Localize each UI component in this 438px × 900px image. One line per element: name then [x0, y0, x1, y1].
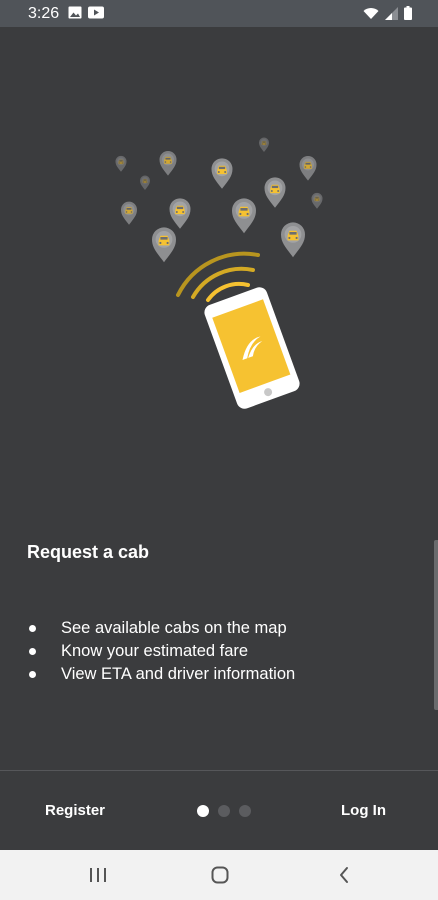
status-time: 3:26: [28, 5, 60, 22]
page-indicator: [197, 805, 251, 817]
scroll-handle[interactable]: [434, 540, 438, 710]
back-icon: [340, 867, 348, 883]
back-button[interactable]: [314, 850, 374, 900]
page-dot[interactable]: [218, 805, 230, 817]
status-bar: 3:26: [0, 0, 438, 27]
recents-button[interactable]: [68, 850, 128, 900]
phone-icon: [204, 287, 300, 409]
status-left-icons: [68, 6, 104, 19]
system-nav-bar: [0, 850, 438, 900]
feature-bullet: Know your estimated fare: [27, 640, 295, 663]
feature-title: Request a cab: [27, 542, 150, 562]
image-icon: [68, 6, 82, 19]
taxi-pin-icon: [115, 137, 323, 263]
signal-icon: [385, 6, 398, 20]
footer-divider: [0, 770, 438, 771]
home-icon: [211, 866, 229, 884]
recents-icon: [90, 868, 106, 882]
register-button[interactable]: Register: [45, 802, 105, 819]
login-button[interactable]: Log In: [341, 802, 386, 819]
battery-icon: [404, 6, 412, 20]
page-dot[interactable]: [239, 805, 251, 817]
youtube-icon: [88, 6, 104, 19]
feature-bullet: See available cabs on the map: [27, 617, 295, 640]
home-button[interactable]: [190, 850, 250, 900]
page-dot-active[interactable]: [197, 805, 209, 817]
wifi-icon: [363, 7, 379, 19]
feature-bullet: View ETA and driver information: [27, 663, 295, 686]
request-cab-illustration: [115, 137, 323, 409]
feature-list: See available cabs on the map Know your …: [27, 617, 295, 686]
status-right-icons: [363, 6, 412, 20]
